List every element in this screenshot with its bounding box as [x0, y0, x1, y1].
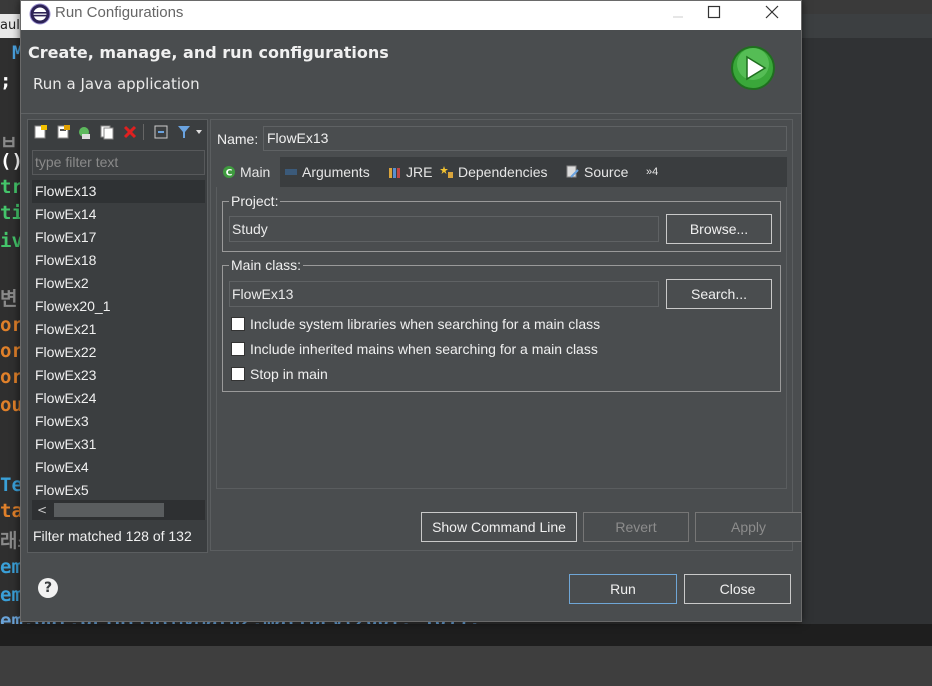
project-group: Project: Study Browse...: [222, 193, 781, 252]
arguments-icon: [285, 169, 297, 175]
list-item[interactable]: FlowEx13: [32, 180, 205, 203]
project-field[interactable]: Study: [229, 216, 659, 242]
export-icon[interactable]: [76, 124, 92, 140]
maximize-icon: [707, 5, 721, 19]
project-label: Project:: [229, 193, 281, 209]
list-item[interactable]: FlowEx24: [32, 387, 205, 410]
list-item[interactable]: FlowEx14: [32, 203, 205, 226]
tab-dependencies-label: Dependencies: [458, 164, 548, 180]
main-class-field[interactable]: FlowEx13: [229, 281, 659, 307]
list-item[interactable]: FlowEx2: [32, 272, 205, 295]
tab-dependencies[interactable]: Dependencies: [440, 157, 548, 187]
stop-in-main-label: Stop in main: [250, 366, 328, 382]
code-line: 변: [0, 288, 18, 310]
checkbox-box[interactable]: [231, 342, 245, 356]
ide-editor-tab[interactable]: aul: [0, 14, 20, 38]
search-button[interactable]: Search...: [666, 279, 772, 309]
list-item[interactable]: Flowex20_1: [32, 295, 205, 318]
tab-source-label: Source: [584, 164, 629, 180]
minimize-icon: [673, 16, 683, 18]
config-tabs: C Main Arguments JRE Dependencies Source …: [216, 157, 787, 187]
code-line: ;: [0, 70, 12, 92]
list-item[interactable]: FlowEx4: [32, 456, 205, 479]
tab-arguments[interactable]: Arguments: [284, 157, 370, 187]
revert-button[interactable]: Revert: [583, 512, 689, 542]
horizontal-scrollbar[interactable]: <: [32, 500, 205, 520]
show-command-line-button[interactable]: Show Command Line: [421, 512, 577, 542]
tab-main-label: Main: [240, 164, 271, 180]
name-label: Name:: [217, 131, 259, 147]
svg-text:C: C: [226, 169, 233, 179]
run-configurations-dialog: Run Configurations Create, manage, and r…: [20, 0, 802, 622]
tab-arguments-label: Arguments: [302, 164, 370, 180]
dependencies-icon: [440, 166, 453, 178]
run-banner-icon: [731, 46, 775, 90]
new-configuration-icon[interactable]: [32, 124, 48, 140]
tab-jre[interactable]: JRE: [388, 157, 432, 187]
collapse-all-icon[interactable]: [153, 124, 169, 140]
checkbox-box[interactable]: [231, 317, 245, 331]
configurations-list[interactable]: FlowEx13 FlowEx14 FlowEx17 FlowEx18 FlowEx2 F…: [32, 180, 205, 500]
apply-button[interactable]: Apply: [695, 512, 802, 542]
list-item[interactable]: FlowEx31: [32, 433, 205, 456]
eclipse-app-icon: [29, 3, 51, 25]
source-icon: [566, 165, 579, 178]
stop-in-main-checkbox[interactable]: Stop in main: [231, 366, 328, 386]
close-button[interactable]: Close: [684, 574, 791, 604]
include-inherited-mains-label: Include inherited mains when searching f…: [250, 341, 598, 357]
configurations-toolbar: [28, 120, 207, 144]
tab-source[interactable]: Source: [566, 157, 628, 187]
tab-jre-label: JRE: [406, 164, 433, 180]
include-inherited-mains-checkbox[interactable]: Include inherited mains when searching f…: [231, 341, 598, 361]
include-system-libraries-checkbox[interactable]: Include system libraries when searching …: [231, 316, 600, 336]
ide-editor-tab-label: aul: [0, 18, 20, 33]
overflow-tabs-icon: »4: [646, 166, 659, 178]
list-item[interactable]: FlowEx5: [32, 479, 205, 500]
ide-status-area: [0, 646, 932, 686]
configurations-panel: type filter text FlowEx13 FlowEx14 FlowEx1…: [27, 119, 208, 553]
tab-main[interactable]: C Main: [216, 157, 280, 187]
dialog-titlebar[interactable]: Run Configurations: [21, 1, 801, 30]
name-input[interactable]: FlowEx13: [263, 126, 787, 151]
list-item[interactable]: FlowEx3: [32, 410, 205, 433]
filter-status: Filter matched 128 of 132: [33, 528, 192, 544]
maximize-button[interactable]: [691, 1, 737, 29]
list-item[interactable]: FlowEx17: [32, 226, 205, 249]
scrollbar-thumb[interactable]: [54, 503, 164, 517]
main-tab-content: Project: Study Browse... Main class: Flo…: [216, 187, 787, 489]
list-item[interactable]: FlowEx21: [32, 318, 205, 341]
filter-input[interactable]: type filter text: [32, 150, 205, 175]
delete-icon[interactable]: [122, 124, 138, 140]
browse-button[interactable]: Browse...: [666, 214, 772, 244]
dialog-title: Run Configurations: [55, 4, 184, 21]
configuration-editor: Name: FlowEx13 C Main Arguments JRE Depen…: [210, 119, 802, 551]
main-class-label: Main class:: [229, 257, 304, 273]
main-class-group: Main class: FlowEx13 Search... Include s…: [222, 257, 781, 392]
close-window-button[interactable]: [749, 1, 795, 29]
list-item[interactable]: FlowEx18: [32, 249, 205, 272]
help-icon[interactable]: ?: [38, 578, 58, 598]
jre-library-icon: [389, 168, 400, 178]
filter-icon[interactable]: [176, 124, 192, 140]
ide-tab-area: [802, 14, 932, 38]
chevron-down-icon[interactable]: [194, 124, 204, 140]
close-icon: [765, 5, 779, 19]
include-system-libraries-label: Include system libraries when searching …: [250, 316, 601, 332]
dialog-header: Create, manage, and run configurations R…: [21, 30, 801, 114]
header-subtitle: Run a Java application: [33, 75, 200, 93]
header-title: Create, manage, and run configurations: [28, 43, 389, 62]
ide-editor-right: [802, 38, 932, 624]
checkbox-box[interactable]: [231, 367, 245, 381]
duplicate-icon[interactable]: [99, 124, 115, 140]
list-item[interactable]: FlowEx22: [32, 341, 205, 364]
class-c-icon: C: [223, 166, 235, 179]
run-button[interactable]: Run: [569, 574, 677, 604]
ide-bottom-bar: [0, 624, 932, 646]
list-item[interactable]: FlowEx23: [32, 364, 205, 387]
new-prototype-icon[interactable]: [55, 124, 71, 140]
tab-overflow[interactable]: »4: [646, 157, 658, 187]
scroll-left-icon[interactable]: <: [32, 500, 52, 520]
toolbar-separator: [143, 124, 144, 140]
